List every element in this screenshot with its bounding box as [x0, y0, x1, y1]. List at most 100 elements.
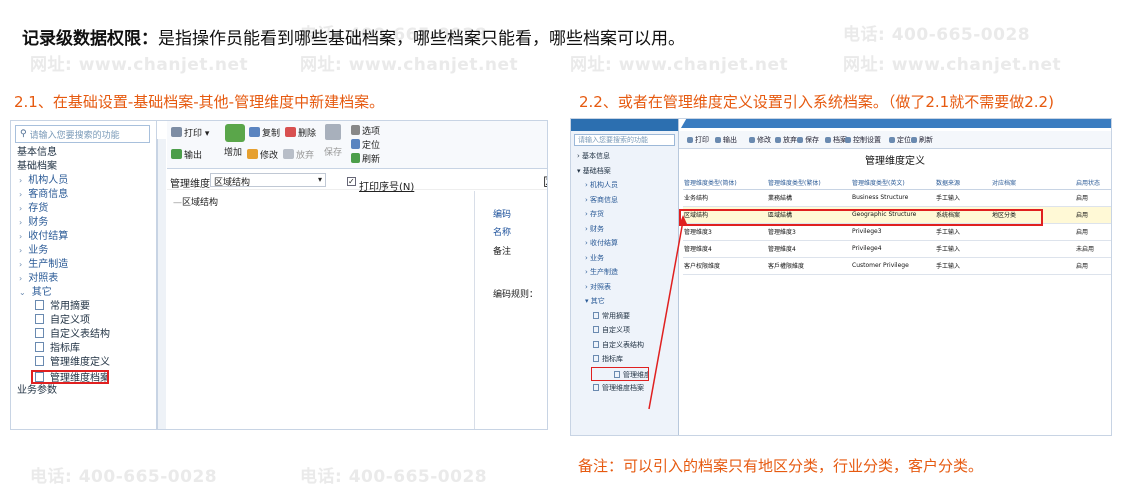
tree-root-label: 区域结构: [182, 198, 219, 208]
chevron-right-icon: ›: [19, 176, 23, 185]
sidebar-item[interactable]: › 收付结算: [11, 230, 156, 244]
sidebar-item-label: 自定义项: [50, 315, 90, 326]
sidebar-item-label: 自定义表结构: [50, 329, 110, 340]
delete-icon: [285, 127, 296, 137]
filter-row: 管理维度 区域结构 ▾ ✓打印序号(N) 区: [167, 172, 547, 193]
properties-panel: 编码 名称 备注 编码规则：: [474, 191, 547, 429]
chevron-right-icon: ›: [19, 232, 23, 241]
locate-icon: [351, 139, 360, 149]
options-label: 选项: [362, 127, 381, 137]
sidebar-item[interactable]: 自定义项: [11, 314, 156, 328]
sidebar-item-label: 业务: [28, 245, 49, 256]
sidebar-item-label: 机构人员: [28, 175, 69, 186]
add-button[interactable]: 增加: [224, 145, 242, 158]
add-icon: [225, 124, 245, 142]
edit-button[interactable]: 修改: [247, 148, 278, 161]
sidebar-item[interactable]: › 生产制造: [11, 258, 156, 272]
sidebar-item[interactable]: › 对照表: [11, 272, 156, 286]
sidebar-item[interactable]: › 业务: [11, 244, 156, 258]
chevron-right-icon: ›: [19, 190, 23, 199]
document-icon: [35, 314, 44, 324]
dimension-label: 管理维度: [170, 179, 210, 190]
delete-button[interactable]: 删除: [285, 126, 316, 139]
sidebar-item-label: 对照表: [28, 273, 59, 284]
save-button[interactable]: 保存: [324, 145, 342, 158]
dimension-select[interactable]: 区域结构 ▾: [210, 173, 326, 188]
document-icon: [35, 342, 44, 352]
panel-title-partial: 区: [543, 173, 547, 190]
sidebar-item[interactable]: 指标库: [11, 342, 156, 356]
search-icon: ⚲: [20, 129, 27, 139]
code-rule-label: 编码规则：: [493, 290, 539, 300]
save-icon: [325, 124, 341, 140]
code-label: 编码: [493, 210, 512, 220]
page-heading: 记录级数据权限：是指操作员能看到哪些基础档案，哪些档案只能看，哪些档案可以用。: [22, 24, 685, 49]
print-button[interactable]: 打印 ▾: [171, 126, 209, 139]
remark-label: 备注: [493, 247, 512, 257]
chevron-right-icon: ›: [19, 246, 23, 255]
print-label: 打印: [184, 129, 203, 139]
sidebar-item-label: 财务: [28, 217, 49, 228]
left-toolbar: 打印 ▾ 输出 增加 复制 修改 删除 放弃 保存 选项 定位 刷新: [167, 121, 547, 169]
watermark-site: 网址: www.chanjet.net: [570, 55, 789, 75]
left-sidebar-scrollbar[interactable]: [157, 139, 166, 429]
sidebar-item[interactable]: 业务参数: [11, 384, 156, 398]
name-label: 名称: [493, 228, 512, 238]
left-search-input[interactable]: ⚲ 请输入您要搜索的功能: [15, 125, 150, 143]
locate-button[interactable]: 定位: [351, 138, 380, 151]
copy-button[interactable]: 复制: [249, 126, 280, 139]
sidebar-item[interactable]: 管理维度定义: [11, 356, 156, 370]
chevron-right-icon: ›: [19, 260, 23, 269]
document-icon: [35, 372, 44, 382]
sidebar-item[interactable]: 自定义表结构: [11, 328, 156, 342]
right-screenshot: 请输入您要搜索的功能 › 基本信息 ▾ 基础档案 › 机构人员 › 客商信息 › 存货 ›…: [570, 118, 1112, 436]
sidebar-item-label: 管理维度定义: [50, 357, 110, 368]
locate-label: 定位: [362, 141, 381, 151]
document-icon: [35, 328, 44, 338]
edit-label: 修改: [260, 151, 279, 161]
sidebar-item[interactable]: › 财务: [11, 216, 156, 230]
refresh-button[interactable]: 刷新: [351, 152, 380, 165]
dimension-select-value: 区域结构: [214, 178, 251, 188]
sidebar-item-label: 存货: [28, 203, 49, 214]
watermark-phone: 电话: 400-665-0028: [30, 467, 218, 487]
watermark-site: 网址: www.chanjet.net: [300, 55, 519, 75]
left-screenshot: ⚲ 请输入您要搜索的功能 基本信息基础档案 › 机构人员 › 客商信息 › 存货 › 财务 › 收付结…: [10, 120, 548, 430]
output-label: 输出: [184, 151, 203, 161]
options-button[interactable]: 选项: [351, 124, 380, 137]
sidebar-item-label: 基础档案: [17, 161, 57, 172]
tree-root[interactable]: —区域结构: [173, 195, 474, 208]
copy-icon: [249, 127, 260, 137]
sidebar-item-label: 管理维度档案: [50, 373, 109, 384]
sidebar-item-label: 其它: [31, 287, 52, 298]
abandon-button[interactable]: 放弃: [283, 148, 314, 161]
sidebar-item[interactable]: ⌄ 其它: [11, 286, 156, 300]
print-seq-checkbox[interactable]: ✓ 打印序号(N): [347, 175, 414, 193]
sidebar-item-label: 客商信息: [28, 189, 69, 200]
checkbox-icon: ✓: [347, 177, 356, 186]
output-button[interactable]: 输出: [171, 148, 202, 161]
step-right-caption: 2.2、或者在管理维度定义设置引入系统档案。（做了2.1就不需要做2.2): [579, 93, 1054, 111]
sidebar-item[interactable]: › 机构人员: [11, 174, 156, 188]
annotation-arrow: [648, 215, 687, 410]
heading-text: 是指操作员能看到哪些基础档案，哪些档案只能看，哪些档案可以用。: [158, 29, 685, 49]
printer-icon: [171, 127, 182, 137]
abandon-label: 放弃: [296, 151, 315, 161]
sidebar-item-label: 收付结算: [28, 231, 69, 242]
left-sidebar: ⚲ 请输入您要搜索的功能 基本信息基础档案 › 机构人员 › 客商信息 › 存货 › 财务 › 收付结…: [11, 121, 157, 429]
chevron-right-icon: ›: [19, 218, 23, 227]
watermark-phone: 电话: 400-665-0028: [300, 467, 488, 487]
search-placeholder: 请输入您要搜索的功能: [29, 130, 120, 141]
sidebar-item-label: 基本信息: [17, 147, 57, 158]
sidebar-item[interactable]: › 存货: [11, 202, 156, 216]
refresh-label: 刷新: [362, 155, 381, 165]
sidebar-item[interactable]: 常用摘要: [11, 300, 156, 314]
chevron-right-icon: ›: [19, 204, 23, 213]
watermark-site: 网址: www.chanjet.net: [30, 55, 249, 75]
sidebar-item[interactable]: 基础档案: [11, 160, 156, 174]
sidebar-item[interactable]: 基本信息: [11, 146, 156, 160]
left-nav-tree: 基本信息 基础档案 › 机构人员 › 客商信息 › 存货 › 财务 › 收付结算 › 业务 › 生产制造 › 对照…: [11, 146, 156, 398]
sidebar-item[interactable]: 管理维度档案: [31, 370, 109, 384]
sidebar-item[interactable]: › 客商信息: [11, 188, 156, 202]
export-icon: [171, 149, 182, 159]
